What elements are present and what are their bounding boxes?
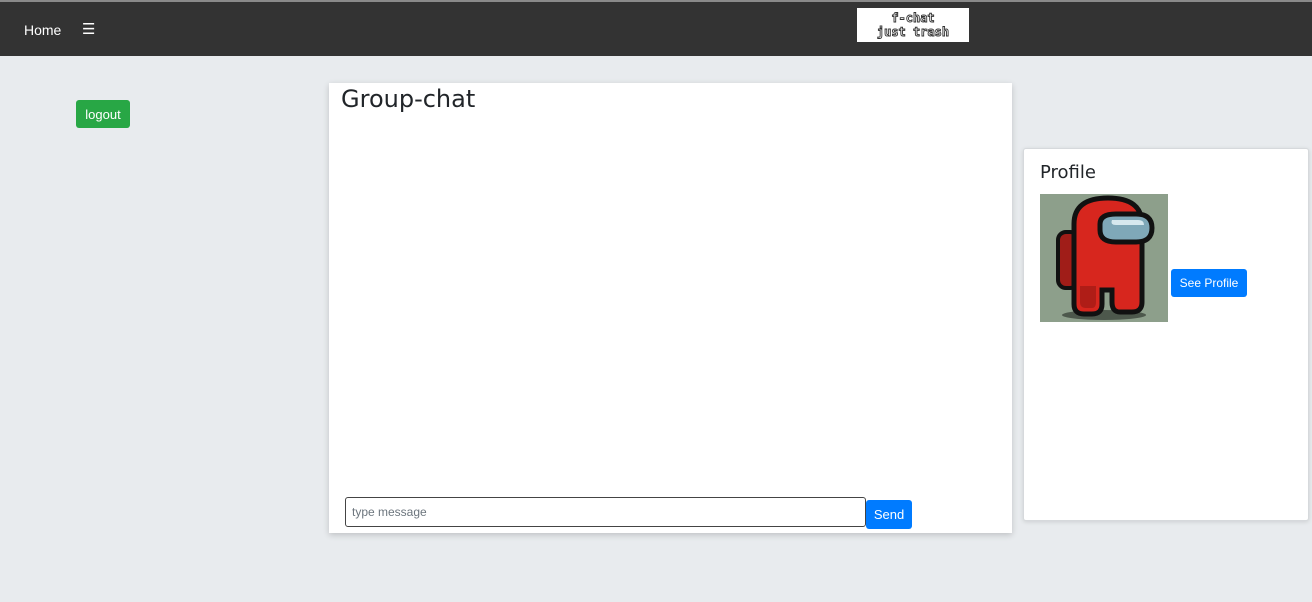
logo-text-graphic: f-chat just trash	[876, 11, 949, 40]
top-navbar: Home ☰ f-chat just trash	[0, 2, 1312, 56]
chat-title: Group-chat	[341, 85, 476, 113]
avatar	[1040, 194, 1168, 322]
group-chat-panel: Group-chat Send	[329, 83, 1012, 533]
profile-card: Profile See Profile	[1023, 148, 1309, 521]
send-button[interactable]: Send	[866, 500, 912, 529]
logo-line-1: f-chat	[891, 11, 934, 25]
hamburger-icon[interactable]: ☰	[82, 20, 95, 38]
see-profile-button[interactable]: See Profile	[1171, 269, 1247, 297]
message-input[interactable]	[345, 497, 866, 527]
logout-button[interactable]: logout	[76, 100, 130, 128]
site-logo: f-chat just trash	[857, 8, 969, 42]
logo-line-2: just trash	[877, 25, 949, 39]
crewmate-avatar-icon	[1040, 194, 1168, 322]
profile-title: Profile	[1040, 162, 1096, 183]
nav-home-link[interactable]: Home	[24, 22, 61, 38]
